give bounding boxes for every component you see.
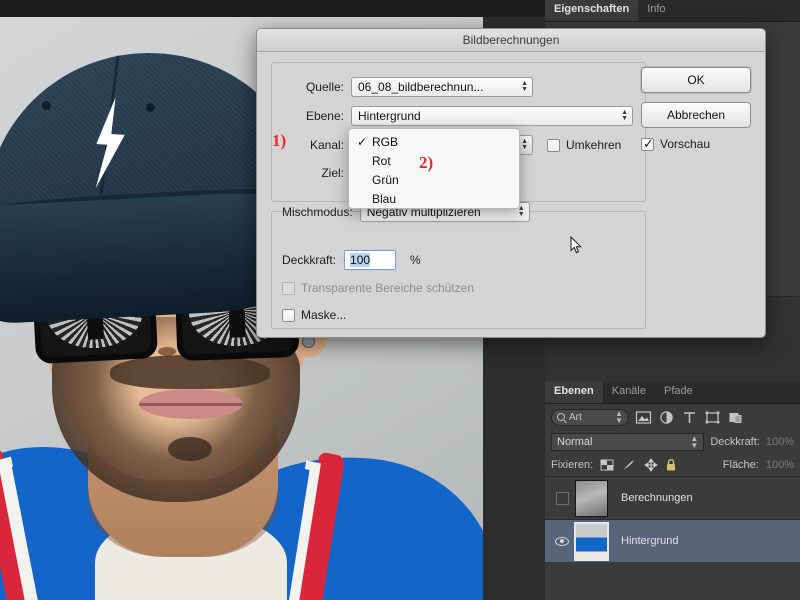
layer-opacity-label: Deckkraft: <box>710 436 760 448</box>
eye-icon <box>555 536 569 546</box>
check-icon: ✓ <box>357 134 368 149</box>
invert-checkbox[interactable] <box>547 138 560 152</box>
protect-transparent-checkbox <box>282 281 295 295</box>
channel-label: Kanal: <box>309 138 344 152</box>
cap-eyelet-1 <box>42 101 51 110</box>
chevron-updown-icon: ▲ ▼ <box>521 80 528 93</box>
lock-transparent-pixels-icon[interactable] <box>600 458 614 472</box>
search-icon <box>557 413 565 421</box>
chevron-updown-icon: ▲ ▼ <box>621 109 628 122</box>
cap-eyelet-2 <box>146 103 155 112</box>
layer-lock-row: Fixieren: Fläche: 100% <box>545 454 800 476</box>
layer-row-hintergrund[interactable]: Hintergrund <box>545 519 800 562</box>
menu-item-label: Rot <box>372 153 391 168</box>
opacity-input[interactable]: 100 <box>344 250 397 270</box>
lock-image-pixels-icon[interactable] <box>621 458 637 472</box>
dialog-title: Bildberechnungen <box>257 29 765 52</box>
type-filter-icon[interactable] <box>681 410 698 425</box>
annotation-step-1: 1) <box>272 131 287 150</box>
layer-thumbnail[interactable] <box>575 479 608 517</box>
layers-panel: Ebenen Kanäle Pfade Art ▲ ▼ Normal ▲ ▼ D… <box>545 381 800 600</box>
tab-eigenschaften[interactable]: Eigenschaften <box>545 0 639 21</box>
tab-info[interactable]: Info <box>638 0 674 21</box>
pixel-filter-icon[interactable] <box>635 410 652 425</box>
blend-fieldset: Mischmodus: Negativ multiplizieren ▲ ▼ De… <box>271 202 646 329</box>
layer-label: Ebene: <box>305 109 344 123</box>
layer-blend-row: Normal ▲ ▼ Deckkraft: 100% <box>545 430 800 454</box>
tab-ebenen[interactable]: Ebenen <box>545 381 603 403</box>
layer-blend-mode-select[interactable]: Normal ▲ ▼ <box>551 433 705 451</box>
layer-lock-label: Fixieren: <box>551 459 594 471</box>
chevron-updown-icon: ▲ ▼ <box>615 409 623 425</box>
opacity-value: 100 <box>350 253 371 267</box>
cancel-button[interactable]: Abbrechen <box>641 102 751 128</box>
source-label: Quelle: <box>305 80 344 94</box>
mask-checkbox[interactable] <box>282 308 295 322</box>
menu-item-label: Grün <box>372 172 399 187</box>
chevron-updown-icon: ▲ ▼ <box>521 138 528 151</box>
layer-thumbnail[interactable] <box>574 521 609 561</box>
opacity-unit: % <box>410 253 421 267</box>
properties-panel-tabbar: Eigenschaften Info <box>545 0 800 22</box>
mask-label: Maske... <box>301 308 347 322</box>
menu-item-gruen[interactable]: Grün <box>349 170 519 189</box>
menu-item-rot[interactable]: Rot <box>349 151 519 170</box>
ok-button[interactable]: OK <box>641 67 751 93</box>
layer-filter-kind-select[interactable]: Art ▲ ▼ <box>551 408 629 426</box>
menu-item-label: RGB <box>372 134 399 149</box>
annotation-step-2: 2) <box>419 153 434 172</box>
layer-visibility-toggle[interactable] <box>549 536 575 546</box>
layer-value: Hintergrund <box>358 109 421 123</box>
lip-line <box>139 403 243 406</box>
blend-mode-label: Mischmodus: <box>282 205 353 219</box>
layer-blend-mode-value: Normal <box>557 436 593 448</box>
layer-row-berechnungen[interactable]: Berechnungen <box>545 476 800 519</box>
preview-checkbox[interactable] <box>641 136 654 152</box>
soul-patch <box>168 437 212 461</box>
tab-pfade[interactable]: Pfade <box>655 381 702 403</box>
target-label: Ziel: <box>321 166 344 180</box>
shape-filter-icon[interactable] <box>704 410 721 425</box>
source-value: 06_08_bildberechnun... <box>358 80 484 94</box>
preview-label: Vorschau <box>660 137 711 151</box>
canvas-top-strip <box>0 0 545 17</box>
channel-dropdown-menu[interactable]: ✓ RGB Rot Grün Blau <box>348 128 520 209</box>
tab-kanaele[interactable]: Kanäle <box>603 381 655 403</box>
layer-name: Berechnungen <box>621 492 693 504</box>
dialog-right-column: OK Abbrechen Vorschau <box>641 67 751 152</box>
layer-opacity-value[interactable]: 100% <box>766 436 794 448</box>
opacity-label: Deckkraft: <box>282 253 337 267</box>
lock-all-icon[interactable] <box>665 458 677 472</box>
layers-panel-tabbar: Ebenen Kanäle Pfade <box>545 381 800 404</box>
menu-item-label: Blau <box>372 191 397 206</box>
adjustment-filter-icon[interactable] <box>658 410 675 425</box>
layer-filter-row: Art ▲ ▼ <box>545 404 800 430</box>
lock-position-icon[interactable] <box>644 458 659 472</box>
layer-filter-label: Art <box>569 411 582 423</box>
protect-transparent-label: Transparente Bereiche schützen <box>301 281 474 295</box>
menu-item-blau[interactable]: Blau <box>349 189 519 208</box>
layer-select[interactable]: Hintergrund ▲ ▼ <box>351 106 633 126</box>
invert-label: Umkehren <box>566 138 622 152</box>
layer-fill-value[interactable]: 100% <box>766 459 794 471</box>
chevron-updown-icon: ▲ ▼ <box>690 434 699 450</box>
menu-item-rgb[interactable]: ✓ RGB <box>349 132 519 151</box>
layer-visibility-toggle[interactable] <box>549 491 575 505</box>
layer-name: Hintergrund <box>621 535 679 547</box>
mouse-cursor <box>570 236 582 254</box>
smart-object-filter-icon[interactable] <box>727 410 744 425</box>
source-select[interactable]: 06_08_bildberechnun... ▲ ▼ <box>351 77 533 97</box>
visibility-off-icon <box>555 491 569 505</box>
preview-row: Vorschau <box>641 136 751 152</box>
layer-fill-label: Fläche: <box>722 459 759 471</box>
